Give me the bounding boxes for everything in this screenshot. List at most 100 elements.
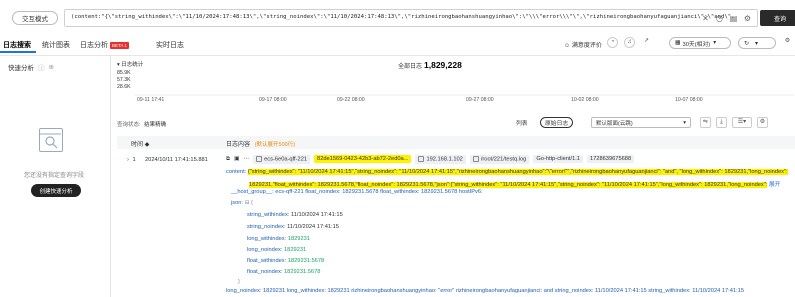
expand-link[interactable]: 展开 — [769, 182, 780, 188]
save-icon[interactable]: ▤ — [729, 14, 738, 23]
sort-icon[interactable]: ◆ — [145, 142, 150, 148]
settings-icon[interactable]: ⚙ — [743, 14, 752, 23]
satisfaction-link[interactable]: ☺ 满意度评价 — [564, 40, 602, 49]
total-logs: 全部日志 1,829,228 — [398, 60, 462, 70]
content-value-line-2: 1829231,"float_withindex": 1829231.5678,… — [249, 182, 768, 188]
search-button[interactable]: 查询 — [760, 10, 795, 26]
add-icon[interactable]: ⊕ — [49, 63, 54, 71]
json-header[interactable]: json: ⊟ { — [231, 200, 253, 206]
query-mode-button[interactable]: 交互模式 — [12, 11, 58, 25]
x-tick: 10-02 08:00 — [571, 97, 599, 103]
quick-analysis-title: 快速分析 — [8, 65, 34, 72]
json-field-key: string_noindex — [247, 224, 284, 230]
smile-icon: ☺ — [564, 43, 571, 49]
time-range-select[interactable]: ▦ 30天(相对) ▾ — [669, 37, 731, 49]
history-icon[interactable]: ◷ — [715, 14, 724, 23]
gear-icon[interactable]: ⚙ — [782, 37, 793, 48]
host-tag-text: ecs-6e0a-qff-221 — [264, 156, 308, 163]
magnify-icon — [40, 133, 61, 149]
json-field: long_noindex: 1829231 — [247, 247, 307, 253]
host-group-key: __host_group__: — [231, 189, 274, 195]
x-tick: 10-07 08:00 — [675, 97, 703, 103]
network-icon — [418, 156, 425, 162]
total-logs-label: 全部日志 — [398, 63, 423, 70]
col-header-time[interactable]: 时间 ◆ — [131, 139, 149, 148]
col-header-content-label: 日志内容 — [226, 142, 251, 148]
json-field-value: 1829231 — [284, 247, 307, 253]
context-icon[interactable]: ▣ — [234, 156, 239, 162]
json-field: float_noindex: 1829231.5678 — [247, 269, 321, 275]
json-key: json: — [231, 200, 244, 206]
query-status-value: 结果精确 — [144, 122, 167, 128]
share-icon[interactable]: ↗ — [641, 37, 652, 48]
client-tag: Go-http-client/1.1 — [533, 155, 583, 164]
x-tick: 09-27 08:00 — [466, 97, 494, 103]
collapse-icon[interactable]: ⊟ { — [245, 200, 253, 206]
ip-tag: 192.168.1.102 — [415, 155, 466, 164]
view-raw-button[interactable]: 原始日志 — [540, 117, 574, 128]
chart-title-text: 日志统计 — [121, 62, 144, 68]
content-line-1: content: {"string_withindex": "11/10/202… — [226, 169, 791, 175]
satisfaction-label: 满意度评价 — [571, 43, 602, 49]
x-tick: 09-17 08:00 — [259, 97, 287, 103]
close-icon[interactable]: ✕ — [701, 14, 710, 23]
row-index: 1 — [132, 157, 136, 163]
host-group-rest: ecs-qff-221 float_noindex: 1829231.5678 … — [275, 189, 483, 195]
view-list-button[interactable]: 列表 — [512, 117, 532, 128]
notification-icon[interactable]: ♫ — [624, 37, 635, 48]
json-field-value: 1829231.5678 — [284, 269, 321, 275]
y-tick: 57.3K — [117, 77, 131, 83]
col-header-time-label: 时间 — [131, 142, 144, 148]
row-time: 2024/10/11 17:41:15.881 — [145, 157, 208, 163]
wrap-icon[interactable]: ⇋ — [700, 117, 711, 128]
help-icon[interactable]: ⓘ — [38, 62, 45, 72]
chevron-right-icon: › — [127, 157, 129, 163]
column-settings-icon[interactable]: ☰▾ — [732, 117, 752, 128]
tab-realtime-log[interactable]: 实时日志 — [156, 40, 184, 50]
json-field-key: long_withindex — [247, 236, 285, 242]
tab-log-analysis[interactable]: 日志分析 BETA 1 — [80, 40, 129, 50]
content-value-line-1: {"string_withindex": "11/10/2024 17:41:1… — [247, 169, 788, 175]
query-input[interactable]: (content:"{\"string_withindex\":\"11/10/… — [64, 9, 758, 27]
refresh-button[interactable]: ↻ ▾ — [738, 37, 776, 49]
row-expand[interactable]: › 1 — [127, 157, 136, 163]
json-field-value: 1829231.5678 — [287, 258, 325, 264]
search-history-icon[interactable]: ◔ — [607, 37, 618, 48]
download-icon[interactable]: ⤓ — [716, 117, 727, 128]
json-field: string_withindex: 11/10/2024 17:41:15 — [247, 212, 343, 218]
more-icon[interactable]: ⋯ — [243, 156, 249, 162]
json-field: string_noindex: 11/10/2024 17:41:15 — [247, 224, 339, 230]
layout-select[interactable]: 默认版面(云跳) ▾ — [591, 117, 691, 128]
histogram-chart[interactable] — [134, 70, 794, 96]
header-divider — [0, 55, 795, 56]
gear-icon[interactable]: ⚙ — [757, 117, 768, 128]
create-quick-analysis-button[interactable]: 创建快速分析 — [31, 184, 81, 197]
bottom-fields: long_noindex: 1829231 long_withindex: 18… — [226, 288, 744, 294]
json-field-key: long_noindex — [247, 247, 281, 253]
json-close-brace: } — [238, 279, 240, 285]
quick-analysis-header: 快速分析 ⓘ ⊕ — [8, 62, 54, 72]
empty-state-icon — [39, 128, 63, 152]
json-field-key: float_noindex — [247, 269, 281, 275]
tab-stat-charts[interactable]: 统计图表 — [42, 40, 70, 50]
hash-tag: 82de1569-0423-42b3-ab72-2ed0a... — [314, 155, 412, 164]
timestamp-tag: 1728639675688 — [586, 155, 635, 164]
content-bottom-line: long_noindex: 1829231 long_withindex: 18… — [226, 288, 794, 294]
chevron-down-icon: ▾ — [713, 40, 717, 46]
host-tag: ecs-6e0a-qff-221 — [253, 155, 311, 164]
query-text: (content:"{\"string_withindex\":\"11/10/… — [71, 14, 735, 20]
chart-title[interactable]: ▾ 日志统计 — [117, 60, 143, 68]
chevron-down-icon: ▾ — [117, 62, 120, 68]
json-field-key: string_withindex — [247, 212, 288, 218]
chevron-down-icon: ▾ — [755, 40, 759, 47]
content-line-2: 1829231,"float_withindex": 1829231.5678,… — [249, 179, 791, 188]
json-field: long_withindex: 1829231 — [247, 236, 310, 242]
active-tab-indicator — [0, 51, 36, 53]
tab-log-search[interactable]: 日志搜索 — [3, 40, 31, 50]
json-field-value: 11/10/2024 17:41:15 — [287, 224, 339, 230]
time-range-label: 30天(相对) — [682, 41, 711, 48]
empty-state-text: 您还没有指定查询字段 — [23, 173, 84, 179]
table-header — [117, 136, 795, 149]
copy-icon[interactable]: ⧉ — [226, 156, 230, 163]
total-logs-value: 1,829,228 — [424, 60, 462, 70]
